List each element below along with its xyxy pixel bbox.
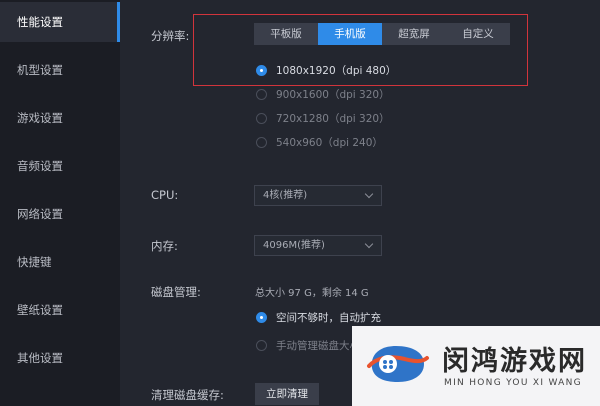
disk-option-label: 空间不够时，自动扩充 xyxy=(276,311,381,324)
tab-custom[interactable]: 自定义 xyxy=(446,23,510,45)
watermark: 闵鸿游戏网 MIN HONG YOU XI WANG xyxy=(352,326,600,406)
cpu-label: CPU: xyxy=(151,188,179,202)
radio-icon[interactable] xyxy=(256,339,267,351)
sidebar-item-shortcuts[interactable]: 快捷键 xyxy=(0,242,120,282)
sidebar-item-device-model[interactable]: 机型设置 xyxy=(0,50,120,90)
radio-icon[interactable] xyxy=(256,136,267,148)
resolution-option-1080[interactable]: 1080x1920（dpi 480） xyxy=(256,63,396,77)
sidebar-item-performance[interactable]: 性能设置 xyxy=(0,2,120,42)
sidebar-item-other[interactable]: 其他设置 xyxy=(0,338,120,378)
disk-option-auto[interactable]: 空间不够时，自动扩充 xyxy=(256,310,381,324)
memory-label: 内存: xyxy=(151,239,178,253)
chevron-down-icon xyxy=(364,239,374,249)
clear-cache-button[interactable]: 立即清理 xyxy=(255,383,319,405)
sidebar-item-wallpaper[interactable]: 壁纸设置 xyxy=(0,290,120,330)
disk-info: 总大小 97 G，剩余 14 G xyxy=(255,288,369,299)
radio-checked-icon[interactable] xyxy=(256,311,267,323)
resolution-option-540[interactable]: 540x960（dpi 240） xyxy=(256,135,383,149)
disk-option-manual[interactable]: 手动管理磁盘大小 xyxy=(256,338,360,352)
resolution-option-label: 720x1280（dpi 320） xyxy=(276,112,390,125)
gamepad-logo-icon xyxy=(367,346,429,382)
sidebar-item-network[interactable]: 网络设置 xyxy=(0,194,120,234)
sidebar: 性能设置 机型设置 游戏设置 音频设置 网络设置 快捷键 壁纸设置 其他设置 xyxy=(0,0,120,406)
resolution-option-label: 1080x1920（dpi 480） xyxy=(276,64,397,77)
resolution-option-label: 900x1600（dpi 320） xyxy=(276,88,390,101)
tab-tablet[interactable]: 平板版 xyxy=(254,23,318,45)
radio-icon[interactable] xyxy=(256,112,267,124)
tab-ultrawide[interactable]: 超宽屏 xyxy=(382,23,446,45)
sidebar-item-audio[interactable]: 音频设置 xyxy=(0,146,120,186)
disk-option-label: 手动管理磁盘大小 xyxy=(276,339,360,352)
resolution-label: 分辨率: xyxy=(151,29,190,43)
memory-select-value: 4096M(推荐) xyxy=(263,240,325,251)
radio-icon[interactable] xyxy=(256,88,267,100)
memory-select[interactable]: 4096M(推荐) xyxy=(254,235,382,256)
resolution-option-900[interactable]: 900x1600（dpi 320） xyxy=(256,87,390,101)
cache-label: 清理磁盘缓存: xyxy=(151,388,224,402)
watermark-subtitle: MIN HONG YOU XI WANG xyxy=(444,378,582,388)
cpu-select[interactable]: 4核(推荐) xyxy=(254,185,382,206)
radio-checked-icon[interactable] xyxy=(256,64,267,76)
resolution-option-720[interactable]: 720x1280（dpi 320） xyxy=(256,111,390,125)
sidebar-item-game[interactable]: 游戏设置 xyxy=(0,98,120,138)
watermark-title: 闵鸿游戏网 xyxy=(442,346,587,377)
disk-label: 磁盘管理: xyxy=(151,285,201,299)
cpu-select-value: 4核(推荐) xyxy=(263,190,308,201)
tab-phone[interactable]: 手机版 xyxy=(318,23,382,45)
resolution-option-label: 540x960（dpi 240） xyxy=(276,136,383,149)
chevron-down-icon xyxy=(364,189,374,199)
resolution-tabs: 平板版 手机版 超宽屏 自定义 xyxy=(254,23,510,45)
